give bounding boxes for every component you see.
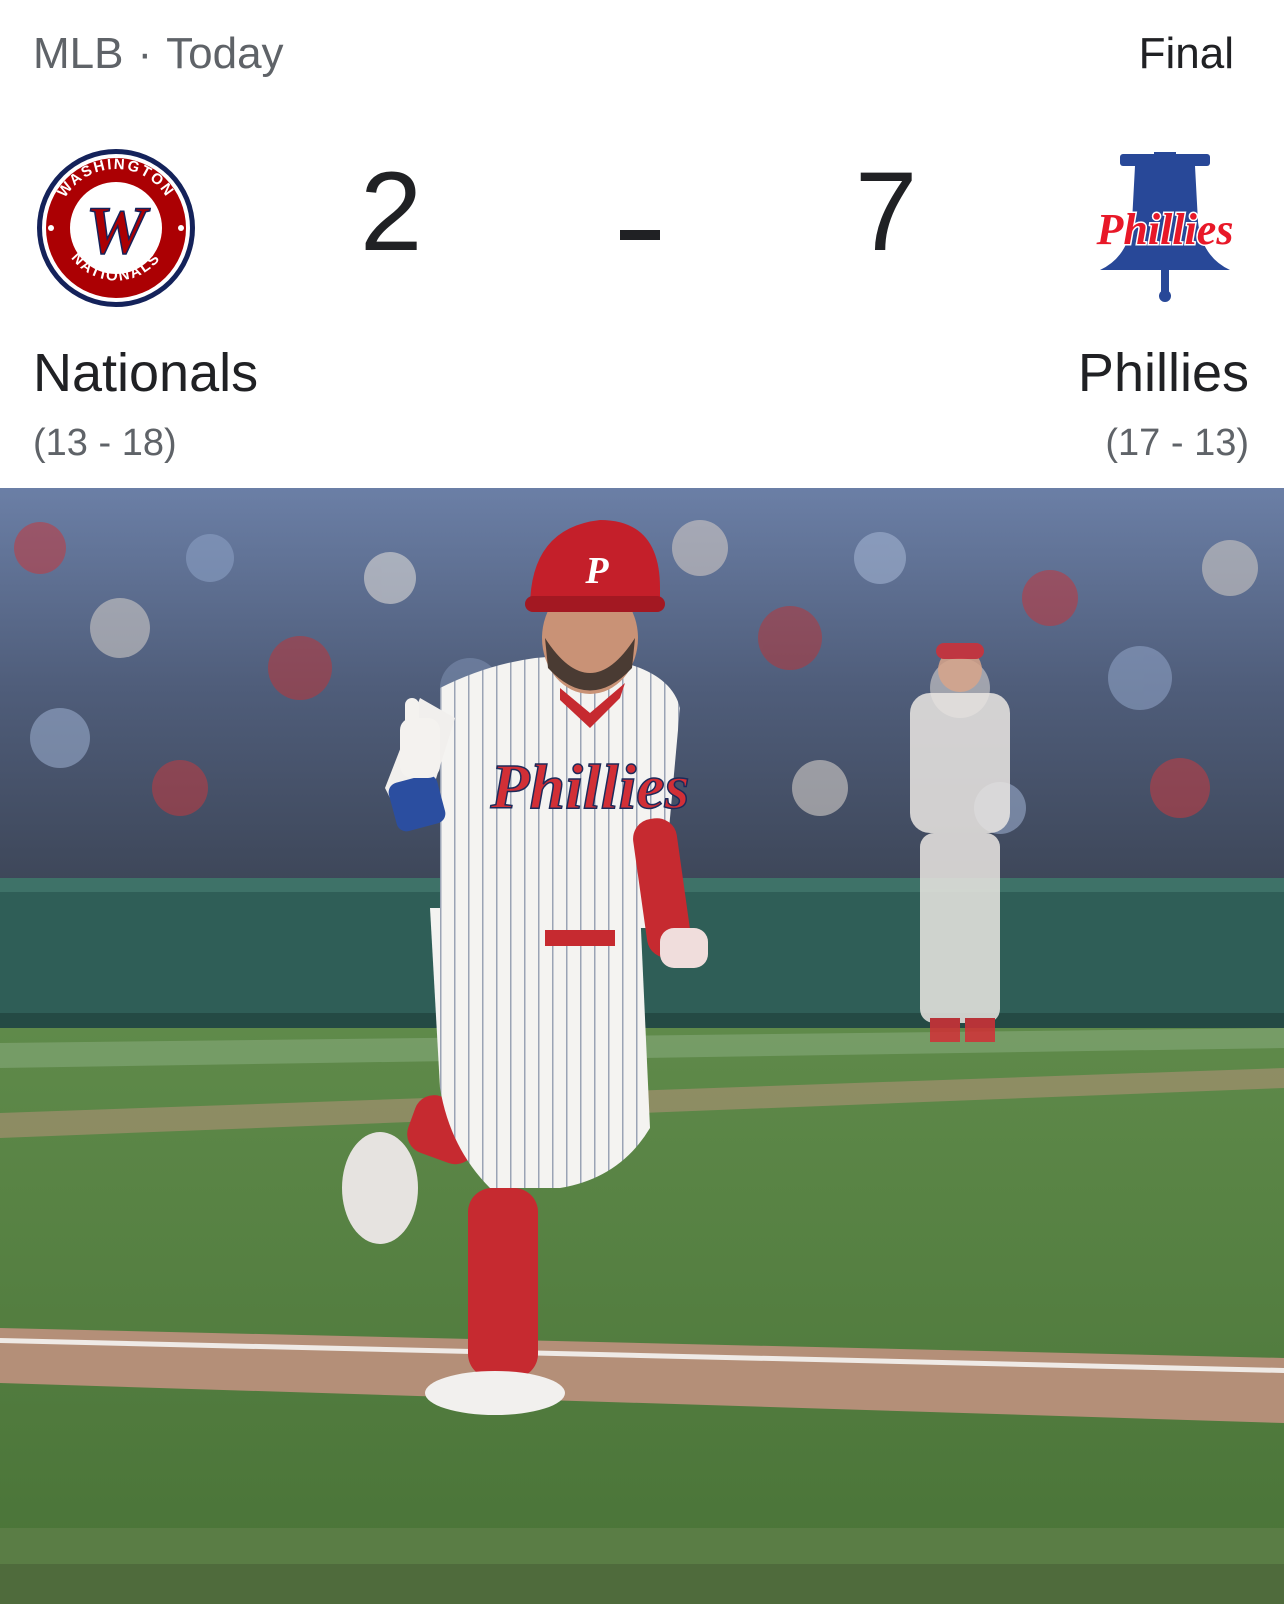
date-label: Today xyxy=(166,29,284,78)
background-coach xyxy=(910,643,1010,1042)
svg-text:Phillies: Phillies xyxy=(489,751,689,822)
away-team-name[interactable]: Nationals xyxy=(33,342,258,404)
league-label: MLB xyxy=(33,29,124,78)
washington-nationals-logo-icon: WASHINGTON NATIONALS W xyxy=(37,149,195,307)
league-date-line: MLB · Today xyxy=(33,28,284,80)
game-highlight-image[interactable]: Phillies P xyxy=(0,488,1284,1564)
away-score: 2 xyxy=(360,149,423,274)
scoreboard-header: MLB · Today Final WASHINGTON NATIONALS W xyxy=(0,0,1284,488)
svg-text:W: W xyxy=(86,192,151,268)
home-team-record: (17 - 13) xyxy=(1105,422,1249,464)
game-card[interactable]: MLB · Today Final WASHINGTON NATIONALS W xyxy=(0,0,1284,1604)
score-separator xyxy=(620,230,660,240)
svg-text:Phillies: Phillies xyxy=(1096,205,1234,254)
away-team-record: (13 - 18) xyxy=(33,422,177,464)
image-bottom-strip xyxy=(0,1564,1284,1604)
separator-dot: · xyxy=(137,29,153,78)
philadelphia-phillies-logo-icon: Phillies xyxy=(1094,152,1235,302)
home-team-name[interactable]: Phillies xyxy=(1078,342,1249,404)
svg-text:P: P xyxy=(584,550,609,592)
game-status: Final xyxy=(1138,29,1234,78)
home-score: 7 xyxy=(855,149,918,274)
